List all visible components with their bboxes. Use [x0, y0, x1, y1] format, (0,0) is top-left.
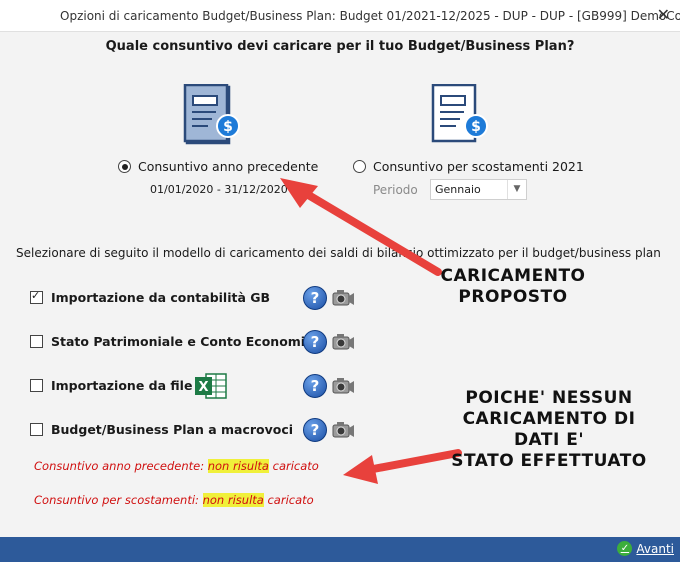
- next-button[interactable]: ✓ Avanti: [617, 541, 674, 556]
- check-icon: ✓: [617, 541, 633, 556]
- arrow-caricamento-proposto: [296, 186, 442, 276]
- annotation-line: POICHE' NESSUN: [465, 388, 633, 408]
- annotation-line: CARICAMENTO: [440, 266, 586, 286]
- annotation-line: PROPOSTO: [458, 287, 568, 307]
- annotation-line: DATI E': [513, 430, 585, 450]
- annotation-line: CARICAMENTO DI: [462, 409, 636, 429]
- arrow-head: [343, 455, 378, 484]
- next-label: Avanti: [636, 541, 674, 556]
- footer-bar: ✓ Avanti: [0, 537, 680, 562]
- annotation-caricamento-proposto: CARICAMENTO PROPOSTO: [418, 266, 608, 308]
- annotation-nessun-caricamento: POICHE' NESSUN CARICAMENTO DI DATI E' ST…: [436, 388, 662, 472]
- annotation-line: STATO EFFETTUATO: [451, 451, 647, 471]
